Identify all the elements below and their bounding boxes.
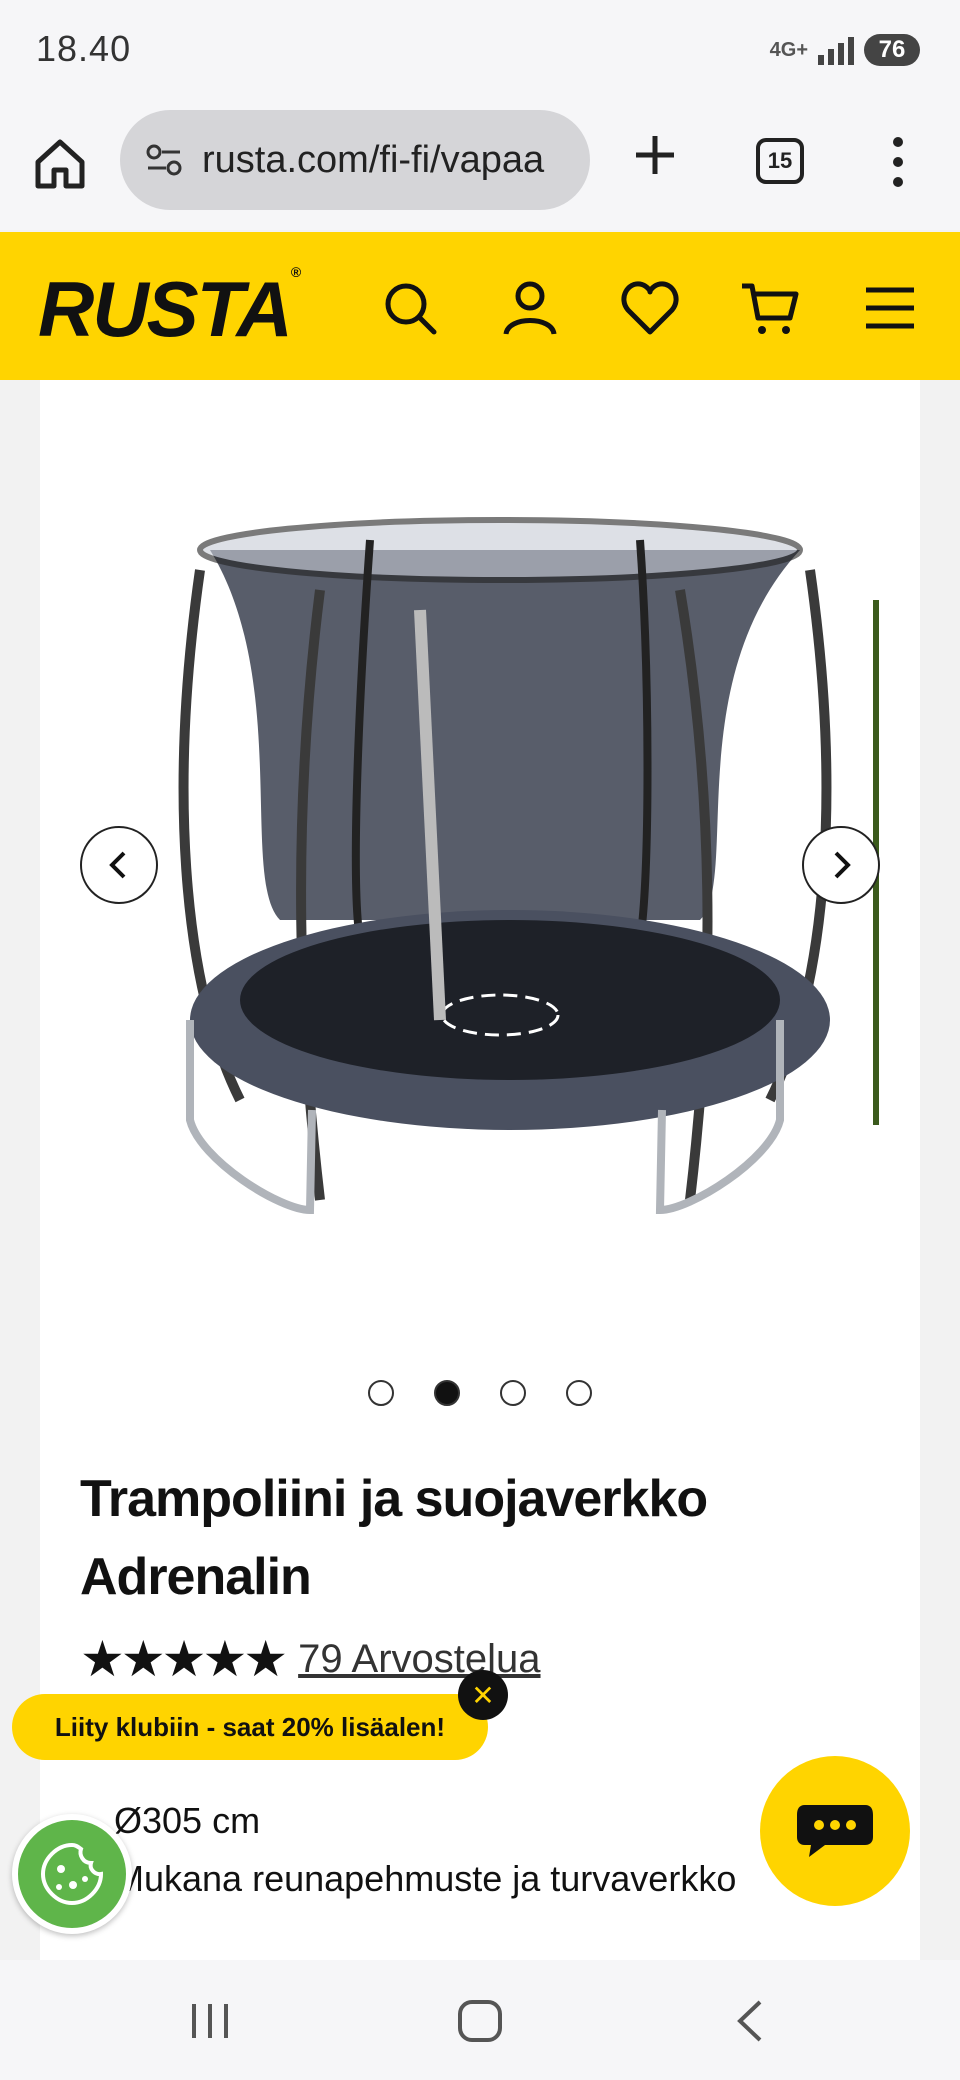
search-icon[interactable] xyxy=(380,278,440,338)
system-nav-bar xyxy=(0,1960,960,2080)
reviews-link[interactable]: 79 Arvostelua xyxy=(298,1637,540,1682)
product-title: Trampoliini ja suojaverkko Adrenalin xyxy=(80,1470,708,1606)
url-text: rusta.com/fi-fi/vapaa xyxy=(202,138,545,181)
gallery-dot[interactable] xyxy=(566,1380,592,1406)
heart-icon[interactable] xyxy=(620,278,680,338)
address-bar[interactable]: rusta.com/fi-fi/vapaa xyxy=(120,110,590,210)
cart-icon[interactable] xyxy=(740,278,800,338)
gallery-dot[interactable] xyxy=(500,1380,526,1406)
home-icon[interactable] xyxy=(30,134,90,194)
cookie-icon xyxy=(40,1842,104,1906)
gallery-dot[interactable] xyxy=(368,1380,394,1406)
home-nav-icon[interactable] xyxy=(450,1996,510,2046)
product-gallery[interactable] xyxy=(40,380,920,1380)
logo-text: RUSTA xyxy=(38,265,293,353)
carousel-next-button[interactable] xyxy=(802,826,880,904)
status-bar: 18.40 4G+ 76 xyxy=(0,0,960,100)
feature-list: Ø305 cm Mukana reunapehmuste ja turvaver… xyxy=(80,1800,880,1916)
chat-bubble-icon xyxy=(797,1805,873,1857)
site-header: RUSTA® xyxy=(0,232,960,380)
more-menu-icon[interactable] xyxy=(886,136,910,188)
tab-switcher-button[interactable]: 15 xyxy=(756,138,804,184)
back-icon[interactable] xyxy=(720,1996,780,2046)
account-icon[interactable] xyxy=(500,278,560,338)
gallery-dot-active[interactable] xyxy=(434,1380,460,1406)
carousel-prev-button[interactable] xyxy=(80,826,158,904)
browser-toolbar: rusta.com/fi-fi/vapaa xyxy=(0,100,960,230)
recent-apps-icon[interactable] xyxy=(180,1996,240,2046)
rusta-logo[interactable]: RUSTA® xyxy=(38,264,301,355)
gallery-pagination xyxy=(40,1380,920,1406)
signal-icon xyxy=(818,35,854,65)
trampoline-image xyxy=(178,517,879,1215)
close-icon[interactable]: ✕ xyxy=(458,1670,508,1720)
chat-button[interactable] xyxy=(760,1756,910,1906)
star-rating-icon: ★★★★★ xyxy=(80,1631,288,1687)
site-settings-icon[interactable] xyxy=(144,140,184,180)
feature-item: Mukana reunapehmuste ja turvaverkko xyxy=(80,1858,880,1900)
battery-indicator: 76 xyxy=(864,34,920,66)
hamburger-menu-icon[interactable] xyxy=(860,278,920,338)
network-label: 4G+ xyxy=(769,39,808,61)
club-signup-banner[interactable]: Liity klubiin - saat 20% lisäalen! xyxy=(12,1694,488,1760)
chevron-right-icon xyxy=(834,851,851,879)
cookie-settings-button[interactable] xyxy=(12,1814,132,1934)
status-indicators: 4G+ 76 xyxy=(770,34,920,66)
new-tab-icon[interactable] xyxy=(630,130,680,180)
status-time: 18.40 xyxy=(36,28,132,69)
chevron-left-icon xyxy=(109,851,126,879)
